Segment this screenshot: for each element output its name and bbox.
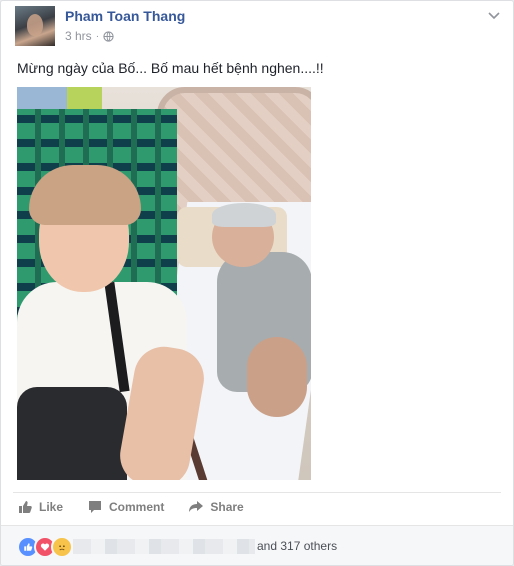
post-message: Mừng ngày của Bố... Bố mau hết bệnh nghe… [17,60,324,76]
comment-label: Comment [109,500,165,514]
globe-icon[interactable] [103,30,114,42]
chevron-down-icon[interactable] [487,11,501,21]
share-label: Share [210,500,244,514]
photo-bag [17,387,127,480]
post-timestamp[interactable]: 3 hrs [65,29,92,43]
comment-button[interactable]: Comment [87,499,164,515]
share-button[interactable]: Share [188,499,244,515]
sad-reaction-icon [51,536,73,558]
actions-divider [13,492,501,493]
meta-separator: · [95,30,100,42]
share-arrow-icon [189,501,204,512]
redacted-names [73,539,255,554]
thumbs-up-icon [19,501,32,513]
comment-icon [89,501,102,513]
like-button[interactable]: Like [17,499,63,515]
post-card: Pham Toan Thang 3 hrs · Mừng ngày của Bố… [0,0,514,566]
reactions-others-link[interactable]: and 317 others [257,539,337,553]
like-label: Like [39,500,64,514]
author-name-link[interactable]: Pham Toan Thang [65,8,185,24]
reaction-icons[interactable] [17,536,73,558]
post-photo[interactable] [17,87,311,480]
photo-son-hair [29,165,141,225]
post-actions: Like Comment Share [17,499,244,515]
reactions-bar[interactable]: and 317 others [1,525,513,565]
photo-father-arm [247,337,307,417]
post-meta: 3 hrs · [65,29,114,43]
photo-father-hair [212,203,276,227]
author-avatar[interactable] [15,6,55,46]
